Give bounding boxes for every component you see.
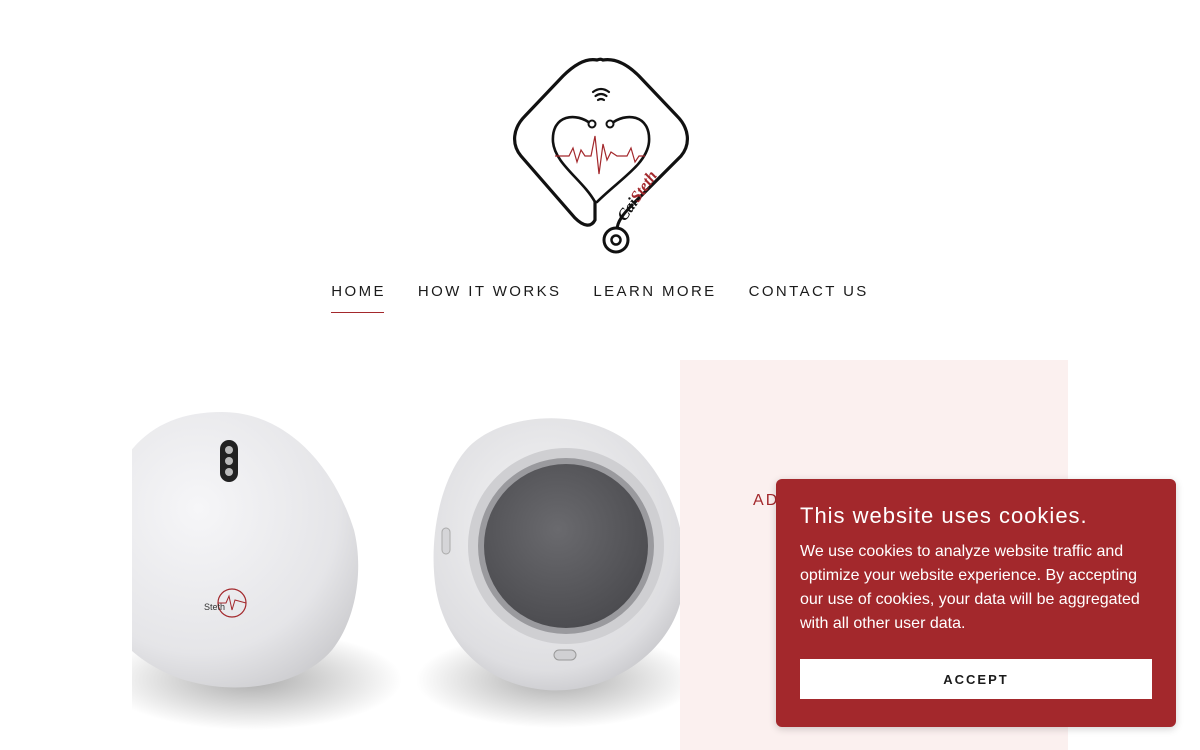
nav-item-how-it-works[interactable]: HOW IT WORKS — [418, 283, 562, 313]
cookie-banner: This website uses cookies. We use cookie… — [776, 479, 1176, 727]
product-image-top-view: Steth — [132, 360, 406, 750]
site-logo[interactable]: CaiSteth — [505, 52, 695, 262]
cookie-banner-body: We use cookies to analyze website traffi… — [800, 543, 1140, 632]
product-image-bottom-view — [406, 360, 680, 750]
main-nav: HOME HOW IT WORKS LEARN MORE CONTACT US — [0, 283, 1200, 313]
nav-item-learn-more[interactable]: LEARN MORE — [593, 283, 716, 313]
stethoscope-heart-logo-icon: CaiSteth — [513, 57, 689, 254]
product-badge-text: Steth — [204, 602, 225, 612]
nav-item-contact-us[interactable]: CONTACT US — [749, 283, 869, 313]
accept-cookies-button[interactable]: ACCEPT — [800, 659, 1152, 699]
nav-item-home[interactable]: HOME — [331, 283, 386, 313]
cookie-banner-title: This website uses cookies. — [800, 503, 1088, 528]
svg-text:CaiSteth: CaiSteth — [614, 168, 661, 224]
